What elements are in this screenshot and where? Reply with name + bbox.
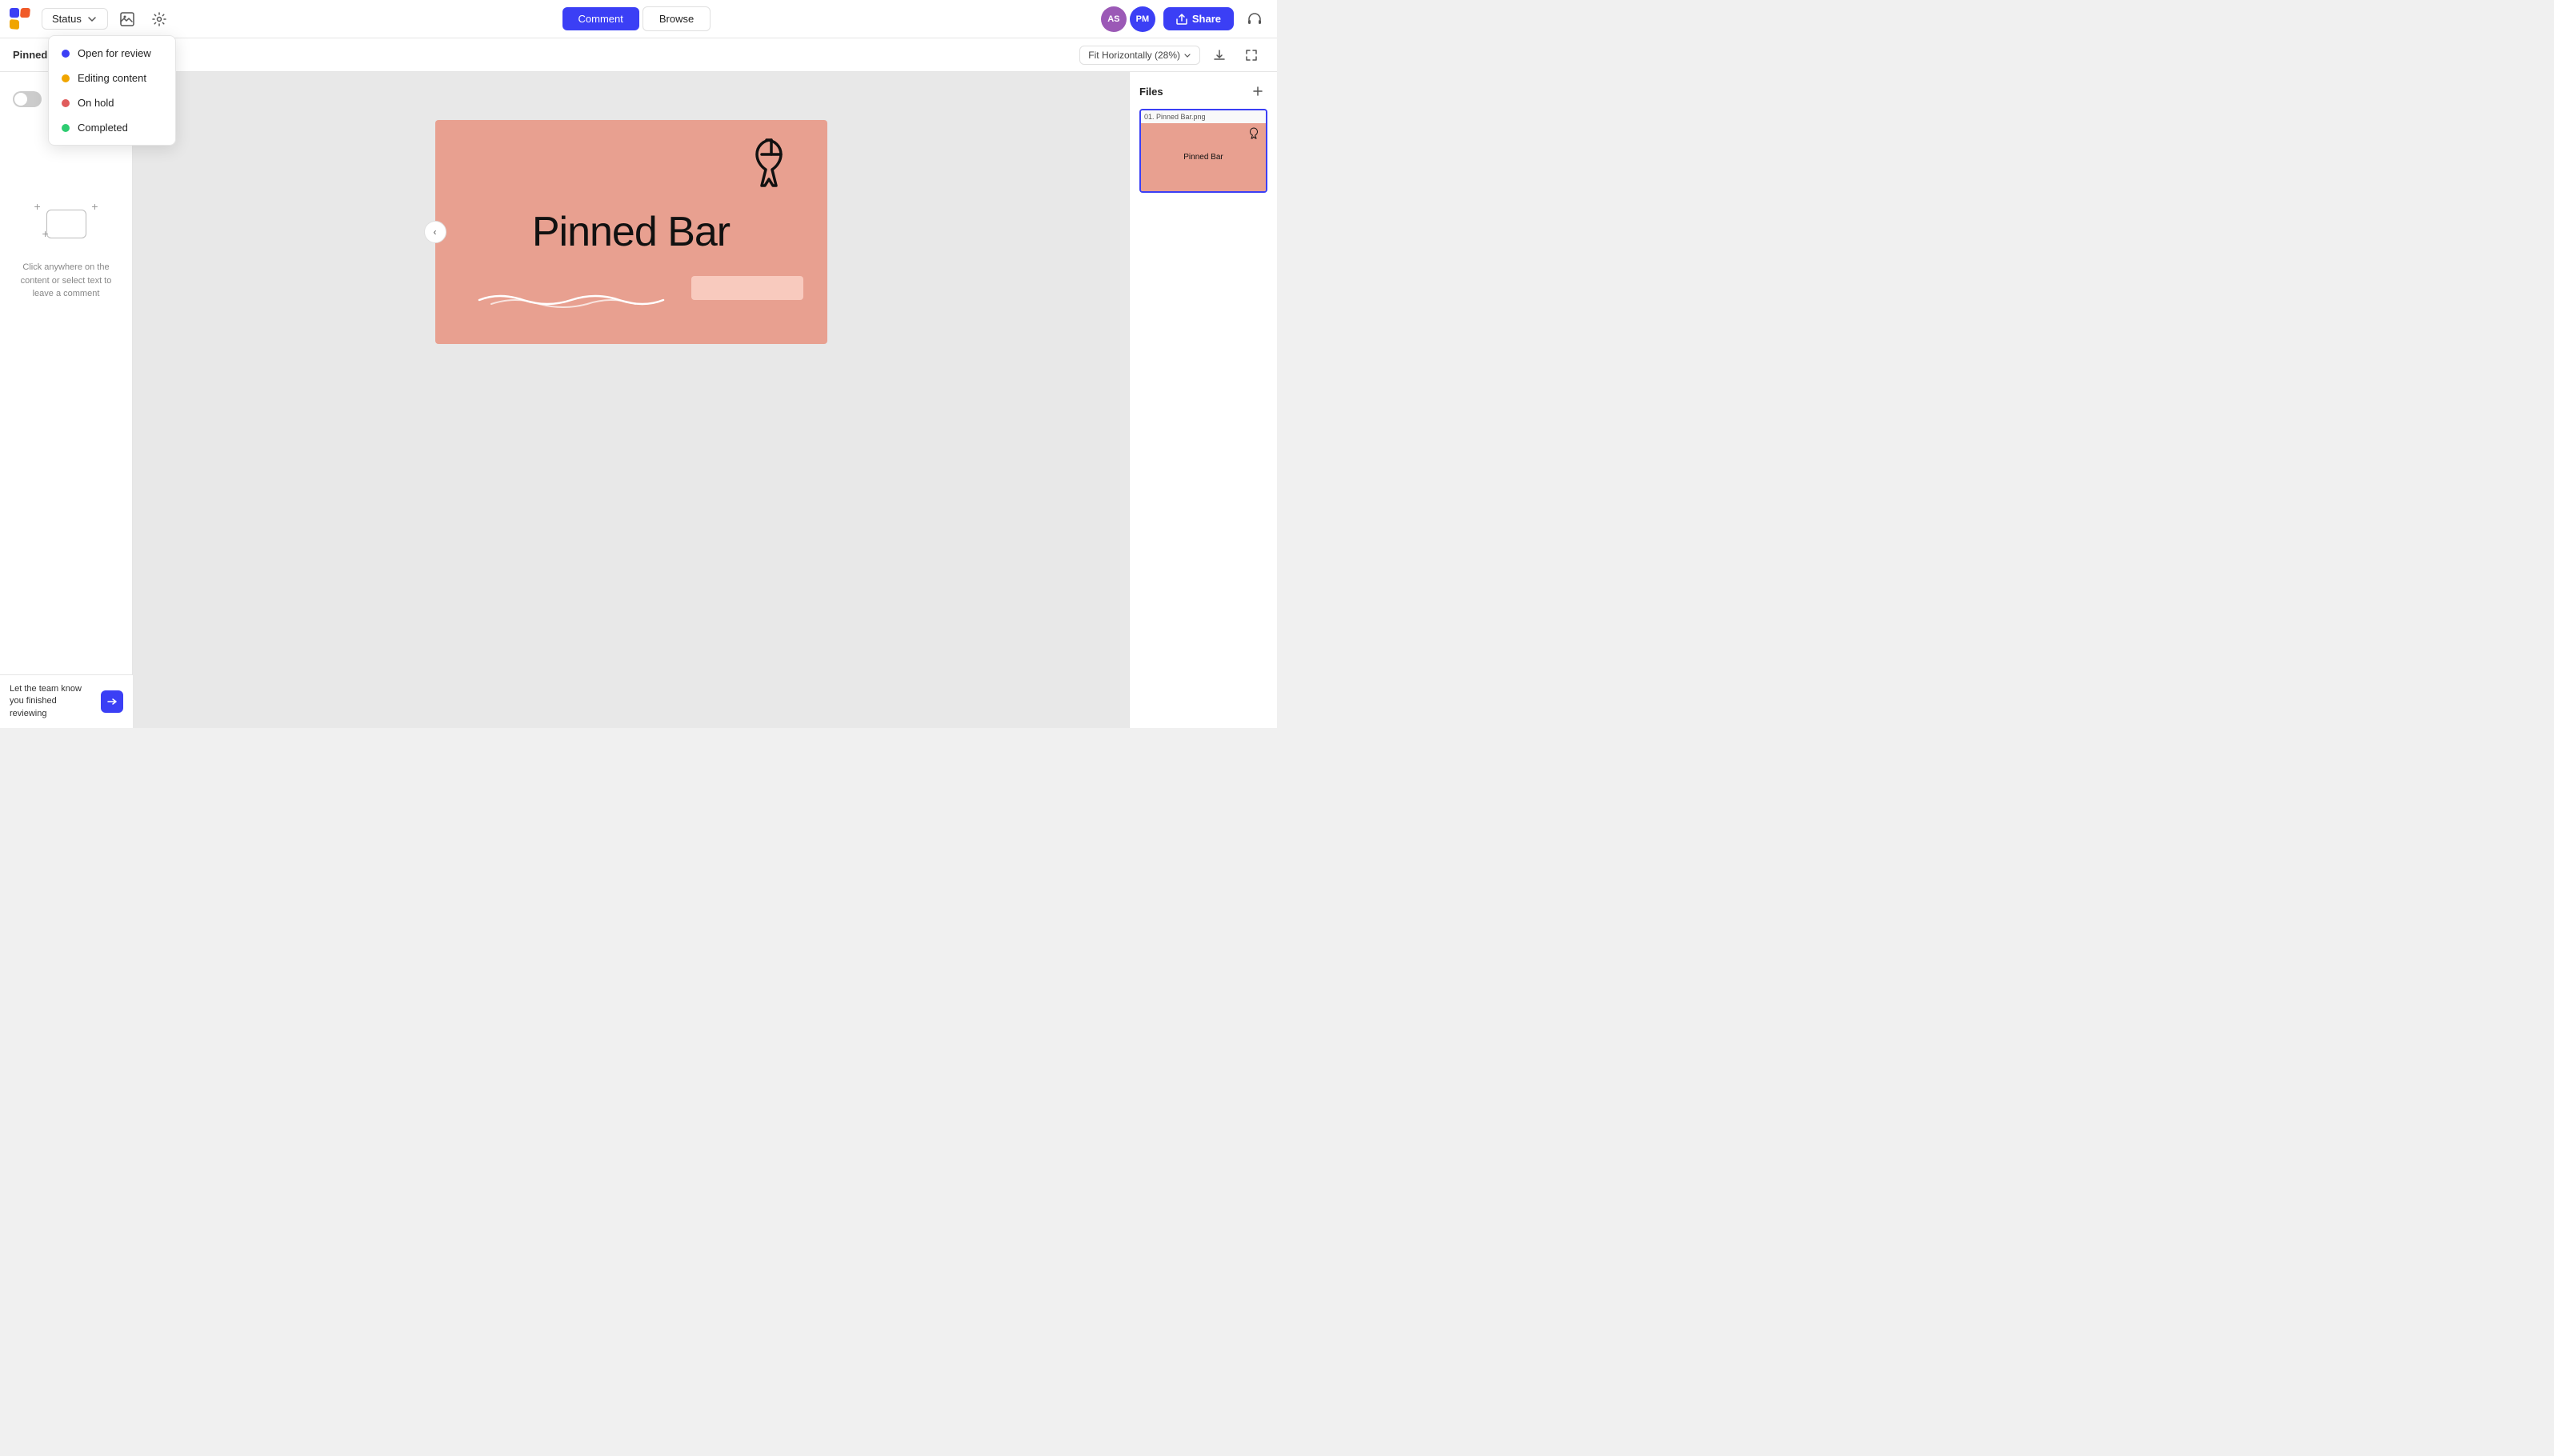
files-label: Files	[1139, 86, 1163, 98]
status-item-hold[interactable]: On hold	[54, 90, 170, 115]
squiggle-decoration	[475, 288, 667, 312]
status-item-open[interactable]: Open for review	[54, 41, 170, 66]
avatar-pm: PM	[1130, 6, 1155, 32]
pink-rectangle	[691, 276, 803, 300]
thumbnail-pin-icon	[1248, 127, 1259, 140]
status-dot-editing	[62, 74, 70, 82]
share-button[interactable]: Share	[1163, 7, 1234, 30]
add-file-button[interactable]	[1248, 82, 1267, 101]
status-label-open: Open for review	[78, 47, 151, 59]
subheader-right: Fit Horizontally (28%)	[1079, 42, 1264, 68]
comment-icon-area: + + +	[34, 200, 98, 248]
toggle-switch[interactable]	[13, 91, 42, 107]
thumbnail-label: 01. Pinned Bar.png	[1141, 110, 1266, 123]
collapse-panel-button[interactable]: ‹	[424, 221, 446, 243]
comment-tab[interactable]: Comment	[562, 7, 639, 30]
headphone-icon[interactable]	[1242, 6, 1267, 32]
right-panel-header: Files	[1139, 82, 1267, 101]
image-icon-button[interactable]	[114, 6, 140, 32]
main-canvas: ‹ Pinned Bar	[133, 72, 1129, 728]
plus-icon-tr: +	[91, 200, 98, 213]
settings-icon-button[interactable]	[146, 6, 172, 32]
logo	[10, 8, 32, 30]
status-dot-completed	[62, 124, 70, 132]
header: Status Comment Browse AS PM Share	[0, 0, 1277, 38]
canvas-content[interactable]: ‹ Pinned Bar	[435, 120, 827, 344]
toggle-row	[13, 91, 42, 107]
file-thumbnail: Pinned Bar	[1141, 123, 1266, 191]
status-dot-hold	[62, 99, 70, 107]
status-label-editing: Editing content	[78, 72, 146, 84]
thumbnail-text: Pinned Bar	[1183, 153, 1223, 162]
status-label-hold: On hold	[78, 97, 114, 109]
canvas-title-text: Pinned Bar	[532, 208, 730, 256]
app-body: + + + Click anywhere on the content or s…	[0, 72, 1277, 728]
comment-hint: Click anywhere on the content or select …	[13, 261, 119, 301]
header-icon-group	[114, 6, 172, 32]
right-panel: Files 01. Pinned Bar.png Pinned Bar	[1129, 72, 1277, 728]
subheader: Pinned Bar.png PNG 74.2 KB Fit Horizonta…	[0, 38, 1277, 72]
pin-icon	[747, 136, 795, 192]
avatar-as: AS	[1101, 6, 1127, 32]
fit-label: Fit Horizontally (28%)	[1088, 50, 1180, 61]
main-tabs: Comment Browse	[562, 6, 711, 31]
comment-bubble	[46, 210, 86, 238]
share-label: Share	[1192, 13, 1221, 25]
header-right: AS PM Share	[1101, 6, 1267, 32]
browse-tab[interactable]: Browse	[643, 6, 711, 31]
bottom-bar-text: Let the team know you finished reviewing	[10, 683, 94, 720]
file-thumbnail-container[interactable]: 01. Pinned Bar.png Pinned Bar	[1139, 109, 1267, 193]
status-label: Status	[52, 13, 82, 25]
status-label-completed: Completed	[78, 122, 128, 134]
bottom-bar: Let the team know you finished reviewing	[0, 674, 133, 728]
status-dot-open	[62, 50, 70, 58]
status-item-completed[interactable]: Completed	[54, 115, 170, 140]
status-dropdown-button[interactable]: Status	[42, 8, 108, 30]
fit-dropdown-button[interactable]: Fit Horizontally (28%)	[1079, 46, 1200, 65]
plus-icon-tl: +	[34, 200, 41, 213]
status-item-editing[interactable]: Editing content	[54, 66, 170, 90]
download-icon-button[interactable]	[1207, 42, 1232, 68]
left-panel: + + + Click anywhere on the content or s…	[0, 72, 133, 728]
arrow-button[interactable]	[101, 690, 123, 713]
status-dropdown-menu: Open for review Editing content On hold …	[48, 35, 176, 146]
plus-icon-bl: +	[42, 227, 49, 240]
comment-placeholder: + + + Click anywhere on the content or s…	[13, 200, 119, 301]
avatar-group: AS PM	[1101, 6, 1155, 32]
fullscreen-icon-button[interactable]	[1239, 42, 1264, 68]
